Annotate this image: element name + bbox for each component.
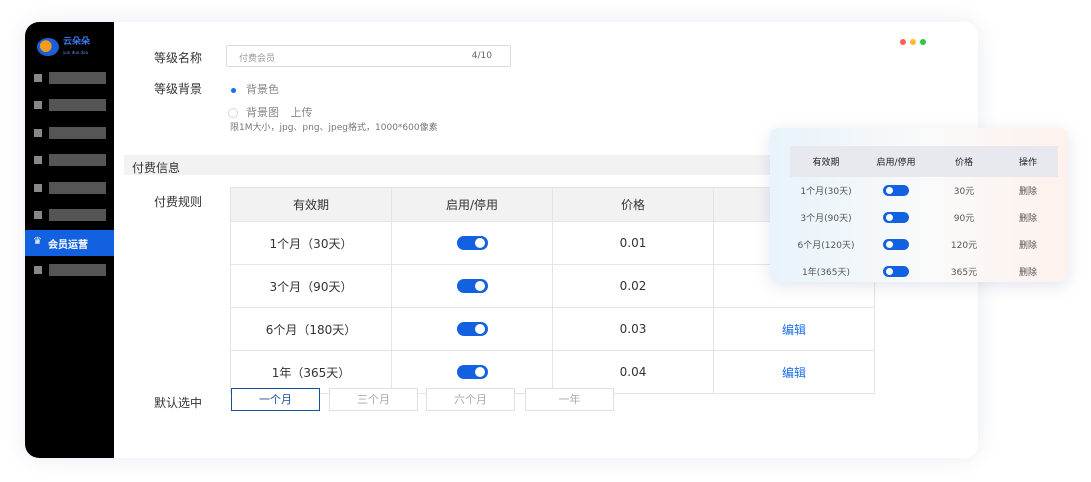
table-row: 6个月(120天) 120元 删除 <box>790 231 1058 258</box>
cell-price: 30元 <box>953 187 975 197</box>
table-row: 1个月(30天) 30元 删除 <box>790 177 1058 204</box>
menu-bullet-icon <box>34 129 42 137</box>
cell-price: 0.02 <box>552 264 714 308</box>
menu-bullet-icon <box>34 184 42 192</box>
sidebar-item-label: 会员运营 <box>48 240 88 251</box>
table-row: 6个月（180天） 0.03 编辑 <box>230 307 875 351</box>
minimize-dot-icon[interactable] <box>910 39 916 45</box>
crown-icon: ♛ <box>33 236 42 247</box>
sidebar-item-member-ops[interactable]: ♛ 会员运营 <box>25 230 114 256</box>
sidebar-item-1[interactable] <box>25 65 114 91</box>
radio-unchecked-icon <box>228 108 238 118</box>
radio-checked-icon <box>228 85 238 95</box>
sidebar-item-3[interactable] <box>25 120 114 146</box>
cell-period: 6个月（180天） <box>230 307 392 351</box>
sidebar-item-2[interactable] <box>25 92 114 118</box>
default-select-label: 默认选中 <box>154 396 203 410</box>
preview-table: 有效期 启用/停用 价格 操作 1个月(30天) 30元 删除 3个月(90天)… <box>790 146 1058 285</box>
edit-link[interactable]: 编辑 <box>782 366 806 380</box>
cell-action: 编辑 <box>713 307 875 351</box>
enable-toggle[interactable] <box>883 266 909 277</box>
sidebar-item-placeholder <box>49 127 106 139</box>
section-title: 付费信息 <box>132 161 181 175</box>
delete-link[interactable]: 删除 <box>998 177 1058 204</box>
level-name-placeholder: 付费会员 <box>239 54 276 64</box>
cell-price: 90元 <box>953 214 975 224</box>
cell-period: 1个月(30天) <box>800 187 852 197</box>
header-price: 价格 <box>930 146 998 177</box>
cell-period: 3个月(90天) <box>800 214 852 224</box>
sidebar-item-4[interactable] <box>25 147 114 173</box>
cell-period: 1个月（30天） <box>230 221 392 265</box>
header-price: 价格 <box>552 187 714 222</box>
header-action: 操作 <box>998 146 1058 177</box>
menu-bullet-icon <box>34 266 42 274</box>
maximize-dot-icon[interactable] <box>920 39 926 45</box>
cell-period: 3个月（90天） <box>230 264 392 308</box>
cell-price: 120元 <box>950 241 978 251</box>
rules-label: 付费规则 <box>154 195 203 209</box>
table-header-row: 有效期 启用/停用 价格 操作 <box>790 146 1058 177</box>
sidebar-item-placeholder <box>49 264 106 276</box>
logo: 云朵朵 yun duo duo <box>37 36 99 58</box>
sidebar-item-placeholder <box>49 209 106 221</box>
enable-toggle[interactable] <box>456 365 488 380</box>
header-period: 有效期 <box>230 187 392 222</box>
radio-bg-image[interactable]: 背景图 上传 <box>228 104 313 120</box>
header-toggle: 启用/停用 <box>862 146 930 177</box>
delete-link[interactable]: 删除 <box>998 231 1058 258</box>
sidebar-item-placeholder <box>49 154 106 166</box>
sidebar-item-8[interactable] <box>25 257 114 283</box>
enable-toggle[interactable] <box>883 239 909 250</box>
cell-price: 0.01 <box>552 221 714 265</box>
table-row: 1年(365天) 365元 删除 <box>790 258 1058 285</box>
sidebar-item-placeholder <box>49 99 106 111</box>
sidebar: 云朵朵 yun duo duo ♛ 会员运营 <box>25 22 114 458</box>
delete-link[interactable]: 删除 <box>998 258 1058 285</box>
menu-bullet-icon <box>34 74 42 82</box>
sidebar-item-6[interactable] <box>25 202 114 228</box>
menu-bullet-icon <box>34 101 42 109</box>
enable-toggle[interactable] <box>456 279 488 294</box>
cell-period: 6个月(120天) <box>797 241 855 251</box>
enable-toggle[interactable] <box>883 185 909 196</box>
level-name-label: 等级名称 <box>154 51 203 65</box>
price-preview-card: 有效期 启用/停用 价格 操作 1个月(30天) 30元 删除 3个月(90天)… <box>770 128 1068 282</box>
delete-link[interactable]: 删除 <box>998 204 1058 231</box>
cell-action: 编辑 <box>713 350 875 394</box>
cell-period: 1年(365天) <box>802 268 850 278</box>
enable-toggle[interactable] <box>883 212 909 223</box>
sidebar-item-placeholder <box>49 182 106 194</box>
radio-bg-color[interactable]: 背景色 <box>228 81 279 97</box>
cell-price: 365元 <box>950 268 978 278</box>
level-bg-label: 等级背景 <box>154 82 203 96</box>
menu-bullet-icon <box>34 211 42 219</box>
sidebar-item-placeholder <box>49 72 106 84</box>
header-period: 有效期 <box>790 146 862 177</box>
menu-bullet-icon <box>34 156 42 164</box>
option-one-year-button[interactable]: 一年 <box>525 388 614 411</box>
level-name-input[interactable]: 付费会员 4/10 <box>226 45 511 67</box>
char-counter: 4/10 <box>471 51 492 61</box>
logo-icon <box>37 38 59 56</box>
upload-hint: 限1M大小，jpg、png、jpeg格式，1000*600像素 <box>230 123 438 133</box>
header-toggle: 启用/停用 <box>391 187 553 222</box>
option-three-months-button[interactable]: 三个月 <box>329 388 418 411</box>
window-controls <box>900 39 926 45</box>
upload-link[interactable]: 上传 <box>291 106 313 119</box>
sidebar-item-5[interactable] <box>25 175 114 201</box>
option-six-months-button[interactable]: 六个月 <box>426 388 515 411</box>
radio-label: 背景图 <box>246 106 279 119</box>
radio-label: 背景色 <box>246 83 279 96</box>
cell-price: 0.03 <box>552 307 714 351</box>
logo-subtext: yun duo duo <box>63 49 89 55</box>
option-one-month-button[interactable]: 一个月 <box>231 388 320 411</box>
edit-link[interactable]: 编辑 <box>782 323 806 337</box>
close-dot-icon[interactable] <box>900 39 906 45</box>
enable-toggle[interactable] <box>456 322 488 337</box>
table-row: 3个月(90天) 90元 删除 <box>790 204 1058 231</box>
enable-toggle[interactable] <box>456 236 488 251</box>
logo-text: 云朵朵 <box>63 36 91 47</box>
